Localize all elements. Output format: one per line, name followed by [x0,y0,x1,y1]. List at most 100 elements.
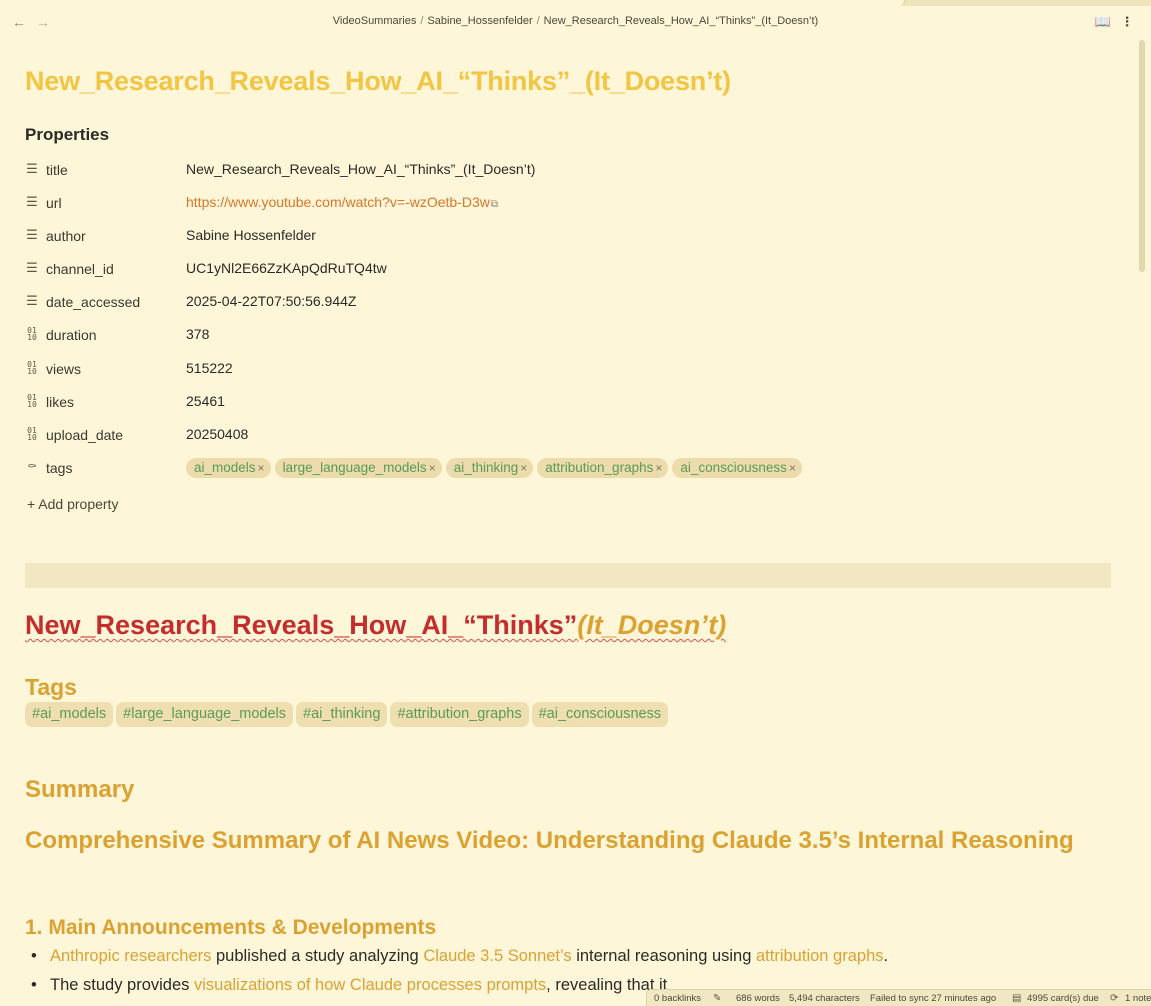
breadcrumb-folder[interactable]: VideoSummaries [333,15,417,27]
text-lines-icon[interactable]: ☰ [25,294,39,308]
notes-count[interactable]: 1 note [1125,993,1151,1004]
property-value[interactable]: UC1yNl2E66ZzKApQdRuTQ4tw [186,260,387,276]
text-lines-icon[interactable]: ☰ [25,162,39,176]
property-row-author: ☰ author Sabine Hossenfelder [25,220,1115,253]
tag-pill[interactable]: ai_consciousness × [672,458,802,478]
remove-tag-icon[interactable]: × [789,461,796,475]
remove-tag-icon[interactable]: × [655,461,662,475]
tag-pill[interactable]: ai_models × [186,458,271,478]
tag-pill[interactable]: attribution_graphs × [537,458,669,478]
property-value[interactable]: 378 [186,326,209,342]
remove-tag-icon[interactable]: × [258,461,265,475]
text-lines-icon[interactable]: ☰ [25,195,39,209]
property-value[interactable]: New_Research_Reveals_How_AI_“Thinks”_(It… [186,161,535,177]
tag-label[interactable]: large_language_models [283,460,427,475]
properties-heading[interactable]: Properties [25,125,109,145]
character-count: 5,494 characters [789,993,860,1004]
hashtag[interactable]: #large_language_models [116,702,294,727]
backlinks-count[interactable]: 0 backlinks [654,993,701,1004]
property-value[interactable]: 2025-04-22T07:50:56.944Z [186,293,356,309]
property-key[interactable]: author [46,228,86,244]
section-1-heading[interactable]: 1. Main Announcements & Developments [25,916,436,940]
breadcrumb-subfolder[interactable]: Sabine_Hossenfelder [427,15,532,27]
status-bar: 0 backlinks ✎ 686 words 5,494 characters… [646,989,1151,1006]
hashtag[interactable]: #ai_models [25,702,114,727]
sync-status[interactable]: Failed to sync 27 minutes ago [870,993,996,1004]
comprehensive-summary-heading[interactable]: Comprehensive Summary of AI News Video: … [25,825,1085,857]
hashtag-list: #ai_models #large_language_models #ai_thin… [25,702,671,727]
hashtag[interactable]: #attribution_graphs [390,702,529,727]
property-row-channel-id: ☰ channel_id UC1yNl2E66ZzKApQdRuTQ4tw [25,253,1115,286]
property-value[interactable]: 515222 [186,360,233,376]
flashcards-icon[interactable]: ▤ [1012,993,1021,1004]
body-text: . [883,947,889,965]
number-icon[interactable]: 01 10 [25,394,39,409]
hashtag[interactable]: #ai_consciousness [531,702,669,727]
tag-label[interactable]: ai_models [194,460,256,475]
property-key[interactable]: views [46,361,81,377]
highlight-text: Anthropic researchers [50,947,212,965]
property-key[interactable]: upload_date [46,427,123,443]
heading-italic-text[interactable]: (It_Doesn’t) [577,610,726,640]
number-icon[interactable]: 01 10 [25,327,39,342]
body-text: internal reasoning using [571,947,756,965]
obsidian-note-view: ← → VideoSummaries / Sabine_Hossenfelder / N… [0,0,1151,1006]
tag-pill[interactable]: large_language_models × [274,458,442,478]
body-text: published a study analyzing [211,947,424,965]
refresh-icon[interactable]: ⟳ [1110,993,1118,1004]
scrollbar-thumb[interactable] [1139,40,1145,272]
property-value[interactable]: Sabine Hossenfelder [186,227,316,243]
property-row-upload-date: 01 10 upload_date 20250408 [25,419,1115,452]
word-count: 686 words [736,993,780,1004]
text-lines-icon[interactable]: ☰ [25,261,39,275]
property-row-title: ☰ title New_Research_Reveals_How_AI_“Thi… [25,154,1115,187]
reading-view-icon[interactable]: 📖 [1094,13,1112,31]
body-text: The study provides [50,976,194,994]
heading-main-text[interactable]: New_Research_Reveals_How_AI_“Thinks” [25,610,577,640]
list-item[interactable]: Anthropic researchers published a study … [31,947,888,966]
property-value-link[interactable]: https://www.youtube.com/watch?v=-wzOetb-… [186,194,498,210]
property-row-date-accessed: ☰ date_accessed 2025-04-22T07:50:56.944Z [25,286,1115,319]
property-key[interactable]: url [46,195,62,211]
list-item[interactable]: The study provides visualizations of how… [31,976,667,995]
tag-pill[interactable]: ai_thinking × [445,458,534,478]
hashtag[interactable]: #ai_thinking [296,702,388,727]
number-icon[interactable]: 01 10 [25,361,39,376]
property-key[interactable]: likes [46,394,74,410]
cards-due[interactable]: 4995 card(s) due [1027,993,1099,1004]
external-link-icon: ⧉ [490,199,498,210]
property-value[interactable]: 25461 [186,393,225,409]
view-header: ← → VideoSummaries / Sabine_Hossenfelder / N… [0,6,1151,38]
breadcrumb: VideoSummaries / Sabine_Hossenfelder / New_R… [332,15,819,27]
embedded-block[interactable] [25,563,1111,588]
more-options-icon[interactable]: ⋮ [1118,13,1136,31]
property-row-tags: ⚰ tags ai_models × large_language_models × a… [25,452,1115,485]
remove-tag-icon[interactable]: × [520,461,527,475]
property-key[interactable]: channel_id [46,261,114,277]
add-property-button[interactable]: + Add property [27,496,118,512]
note-heading-1[interactable]: New_Research_Reveals_How_AI_“Thinks”(It_… [25,610,726,641]
tag-label[interactable]: ai_consciousness [680,460,787,475]
vertical-scrollbar[interactable] [1137,40,1147,1000]
highlight-text: Claude 3.5 Sonnet’s [423,947,572,965]
pencil-icon[interactable]: ✎ [713,993,721,1004]
remove-tag-icon[interactable]: × [429,461,436,475]
property-key[interactable]: tags [46,460,72,476]
tags-value[interactable]: ai_models × large_language_models × ai_think… [186,458,806,478]
url-link[interactable]: https://www.youtube.com/watch?v=-wzOetb-… [186,194,490,210]
tag-label[interactable]: ai_thinking [454,460,519,475]
inline-title[interactable]: New_Research_Reveals_How_AI_“Thinks”_(It… [25,66,731,97]
property-key[interactable]: date_accessed [46,294,140,310]
tag-icon[interactable]: ⚰ [25,460,39,474]
summary-heading[interactable]: Summary [25,776,134,804]
property-row-likes: 01 10 likes 25461 [25,386,1115,419]
property-key[interactable]: duration [46,327,97,343]
text-lines-icon[interactable]: ☰ [25,228,39,242]
tags-heading[interactable]: Tags [25,674,77,701]
breadcrumb-note[interactable]: New_Research_Reveals_How_AI_“Thinks”_(It… [544,15,819,27]
property-key[interactable]: title [46,162,68,178]
property-row-url: ☰ url https://www.youtube.com/watch?v=-w… [25,187,1115,220]
property-value[interactable]: 20250408 [186,426,248,442]
number-icon[interactable]: 01 10 [25,427,39,442]
tag-label[interactable]: attribution_graphs [545,460,653,475]
